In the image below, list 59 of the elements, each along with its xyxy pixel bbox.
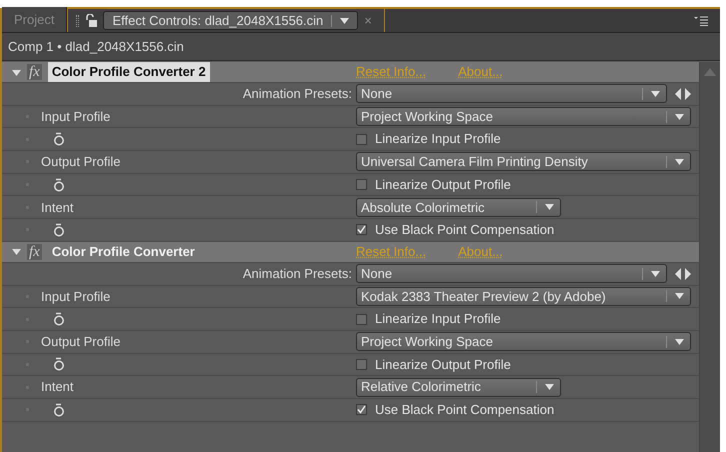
close-button[interactable]: × — [364, 10, 372, 30]
dropdown[interactable]: None — [356, 264, 667, 284]
check-icon — [357, 225, 366, 234]
stopwatch-icon[interactable] — [53, 132, 65, 146]
property-label: Input Profile — [41, 108, 110, 126]
stopwatch-icon[interactable] — [53, 402, 65, 417]
dropdown[interactable]: Relative Colorimetric — [356, 378, 561, 397]
checkbox-label: Linearize Output Profile — [375, 176, 511, 194]
stopwatch-icon[interactable] — [53, 178, 65, 192]
dropdown[interactable]: None — [356, 84, 667, 104]
disclosure-triangle-icon[interactable] — [12, 247, 21, 256]
caret-icon — [340, 18, 350, 24]
presets-label: Animation Presets: — [242, 85, 352, 104]
caret-icon — [675, 114, 684, 120]
property-label: Intent — [41, 198, 74, 217]
caret-icon — [651, 270, 660, 277]
property-label: Input Profile — [41, 288, 110, 306]
property-label: Output Profile — [41, 332, 120, 351]
fx-icon[interactable]: fx — [27, 64, 42, 80]
checkbox[interactable] — [356, 314, 367, 325]
fx-icon[interactable]: fx — [27, 244, 42, 260]
panel-tab[interactable]: Effect Controls: dlad_2048X1556.cin × — [67, 7, 385, 32]
previous-next-arrows-icon[interactable] — [675, 268, 691, 280]
disclosure-triangle-icon[interactable] — [12, 68, 21, 76]
stopwatch-icon[interactable] — [53, 222, 65, 237]
dropdown[interactable]: Universal Camera Film Printing Density — [356, 152, 691, 172]
dropdown[interactable]: Absolute Colorimetric — [356, 198, 561, 217]
caret-icon — [675, 338, 684, 345]
caret-icon — [675, 293, 684, 300]
panel-menu-icon[interactable] — [694, 16, 708, 26]
checkbox-label: Linearize Input Profile — [375, 310, 501, 328]
checkbox-label: Linearize Output Profile — [375, 356, 511, 374]
checkbox-label: Linearize Input Profile — [375, 130, 501, 148]
property-label: Intent — [41, 378, 74, 396]
checkbox[interactable] — [356, 179, 367, 190]
checkbox-label: Use Black Point Compensation — [375, 221, 554, 240]
dropdown[interactable]: Project Working Space — [356, 107, 691, 126]
panel-tab[interactable]: Project — [2, 7, 68, 32]
caret-icon — [545, 384, 554, 390]
caret-icon — [545, 204, 554, 210]
checkbox[interactable] — [356, 134, 367, 145]
checkbox[interactable] — [356, 224, 367, 236]
dropdown[interactable]: Project Working Space — [356, 332, 691, 352]
caret-icon — [651, 90, 660, 97]
breadcrumb: Comp 1 • dlad_2048X1556.cin — [8, 38, 184, 56]
effect-title[interactable]: Color Profile Converter — [48, 242, 199, 262]
caret-icon — [675, 158, 684, 165]
effect-title[interactable]: Color Profile Converter 2 — [48, 62, 210, 82]
stopwatch-icon[interactable] — [53, 312, 65, 326]
presets-label: Animation Presets: — [242, 264, 352, 283]
property-label: Output Profile — [41, 153, 120, 172]
check-icon — [357, 405, 366, 414]
previous-next-arrows-icon[interactable] — [675, 88, 691, 100]
checkbox-label: Use Black Point Compensation — [375, 401, 554, 420]
stopwatch-icon[interactable] — [53, 357, 65, 372]
lock-icon[interactable] — [85, 14, 98, 27]
checkbox[interactable] — [356, 404, 367, 416]
dropdown[interactable]: Kodak 2383 Theater Preview 2 (by Adobe) — [356, 286, 691, 306]
checkbox[interactable] — [356, 358, 367, 370]
